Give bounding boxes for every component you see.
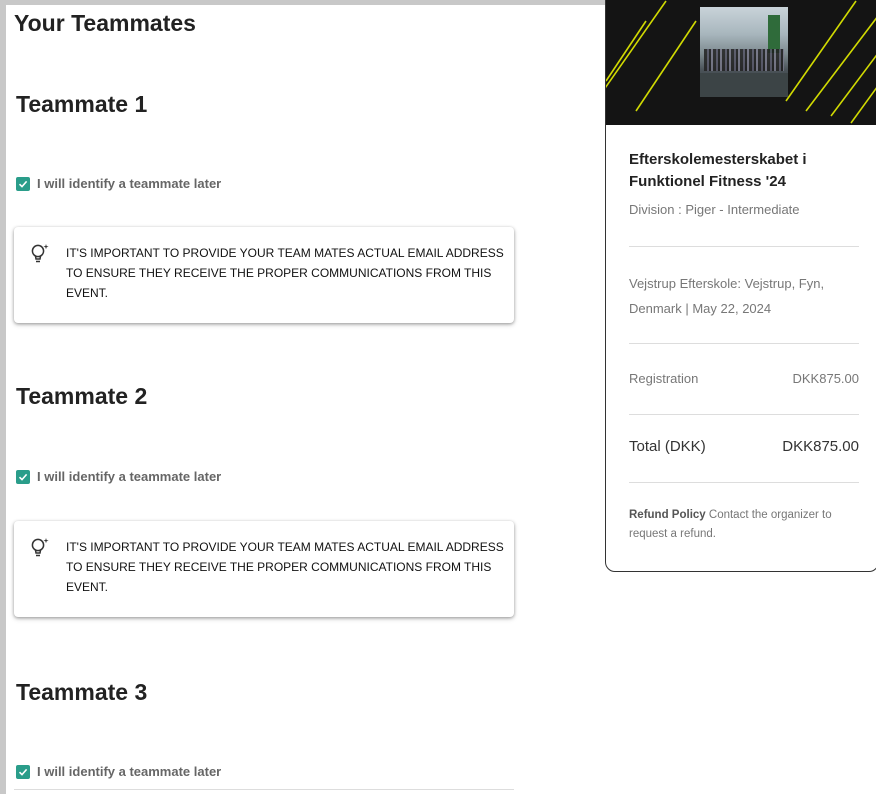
email-notice-1: IT'S IMPORTANT TO PROVIDE YOUR TEAM MATE…: [14, 227, 514, 323]
event-title: Efterskolemesterskabet i Funktionel Fitn…: [629, 151, 807, 190]
section-title: Your Teammates: [14, 10, 196, 36]
registration-value: DKK875.00: [792, 371, 860, 386]
divider: [629, 343, 859, 344]
notice-text: IT'S IMPORTANT TO PROVIDE YOUR TEAM MATE…: [66, 540, 504, 594]
teammate-2-heading: Teammate 2: [16, 383, 148, 409]
registration-label: Registration: [629, 371, 699, 386]
refund-policy-title: Refund Policy: [629, 509, 706, 521]
divider: [14, 789, 514, 790]
event-division: Division : Piger - Intermediate: [629, 202, 800, 217]
registration-row: Registration DKK875.00: [629, 371, 859, 386]
checkbox-label: I will identify a teammate later: [37, 469, 222, 484]
divider: [629, 482, 859, 483]
teammate-3-identify-later-checkbox[interactable]: I will identify a teammate later: [16, 764, 221, 779]
teammate-1-identify-later-checkbox[interactable]: I will identify a teammate later: [16, 176, 221, 191]
total-value: DKK875.00: [782, 438, 859, 455]
lightbulb-icon: [31, 538, 49, 557]
checkbox-label: I will identify a teammate later: [37, 176, 222, 191]
email-notice-2: IT'S IMPORTANT TO PROVIDE YOUR TEAM MATE…: [14, 521, 514, 617]
checkmark-icon[interactable]: [16, 469, 30, 484]
divider: [629, 246, 859, 247]
teammate-1-heading: Teammate 1: [16, 91, 148, 117]
event-photo: [700, 7, 788, 97]
event-summary-card: Efterskolemesterskabet i Funktionel Fitn…: [605, 0, 876, 572]
teammate-2-identify-later-checkbox[interactable]: I will identify a teammate later: [16, 469, 221, 484]
checkbox-label: I will identify a teammate later: [37, 764, 222, 779]
checkmark-icon[interactable]: [16, 764, 30, 779]
total-row: Total (DKK) DKK875.00: [629, 438, 859, 455]
window-left-edge: [0, 0, 6, 794]
notice-text: IT'S IMPORTANT TO PROVIDE YOUR TEAM MATE…: [66, 246, 504, 300]
lightbulb-icon: [31, 244, 49, 263]
checkmark-icon[interactable]: [16, 176, 30, 191]
refund-policy: Refund Policy Contact the organizer to r…: [629, 506, 869, 544]
divider: [629, 414, 859, 415]
event-banner: [606, 0, 876, 125]
event-location-date: Vejstrup Efterskole: Vejstrup, Fyn, Denm…: [629, 276, 825, 316]
teammate-3-heading: Teammate 3: [16, 679, 148, 705]
total-label: Total (DKK): [629, 438, 706, 455]
